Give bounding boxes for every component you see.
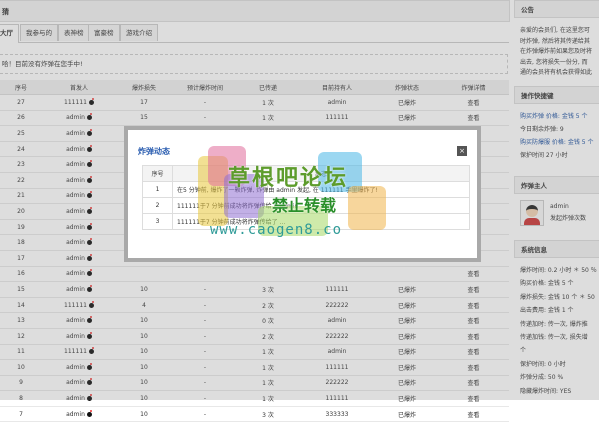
- activity-no: 1: [142, 181, 173, 198]
- row-detail[interactable]: 查看: [438, 406, 509, 422]
- row-id-text: 7: [19, 410, 23, 418]
- activity-no: 3: [142, 213, 173, 230]
- table-row: 7 admin 10 - 3 次 333333 已爆炸 查看: [0, 406, 509, 422]
- row-loss: 10: [116, 406, 172, 422]
- row-starter-text: admin: [66, 410, 85, 418]
- dialog-title: 炸弹动态: [138, 147, 170, 156]
- row-time: -: [172, 406, 238, 422]
- row-starter[interactable]: admin: [42, 406, 116, 422]
- watermark-line2: 禁止转载: [272, 196, 337, 215]
- row-passed: 3 次: [238, 406, 298, 422]
- row-status-text: 已爆炸: [397, 411, 416, 419]
- row-passed-text: 3 次: [262, 411, 274, 419]
- close-icon[interactable]: ×: [457, 146, 467, 156]
- row-holder[interactable]: 333333: [298, 406, 376, 422]
- watermark-line1: 草根吧论坛: [228, 165, 349, 191]
- row-status: 已爆炸: [376, 406, 438, 422]
- row-holder-text: 333333: [325, 410, 349, 418]
- watermark-line3: www.caogen8.co: [210, 222, 343, 238]
- watermark-block: [348, 186, 386, 230]
- row-detail-text: 查看: [467, 411, 480, 419]
- row-loss-text: 10: [140, 410, 148, 418]
- row-id: 7: [0, 406, 42, 422]
- activity-no: 2: [142, 197, 173, 214]
- row-time-text: -: [203, 410, 207, 418]
- activity-col-no: 序号: [142, 165, 173, 182]
- bomb-icon: [86, 409, 92, 417]
